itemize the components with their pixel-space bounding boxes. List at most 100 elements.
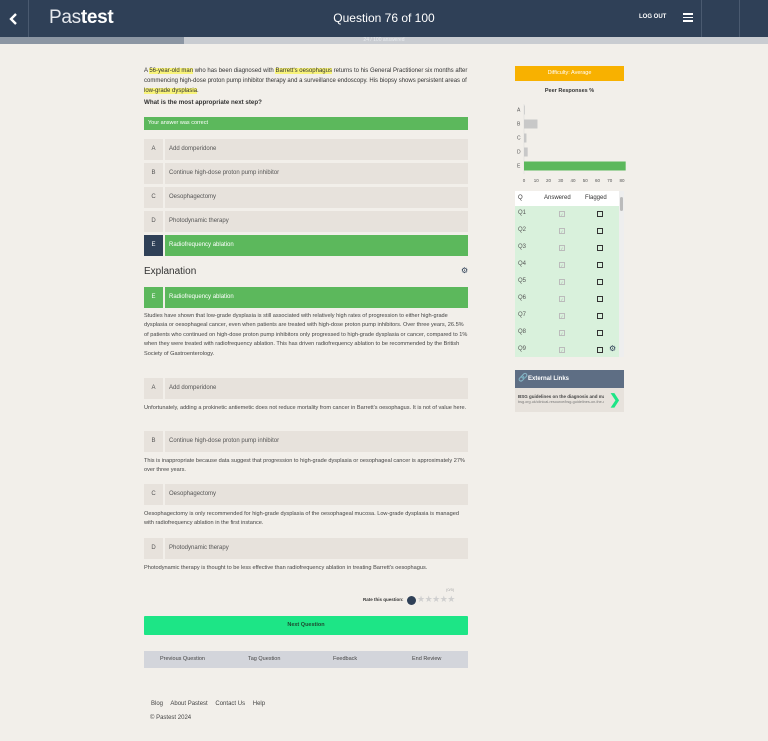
answered-checkbox: ✓ (559, 211, 565, 217)
explanation-title: Explanation (144, 266, 197, 277)
footer-links: Blog About Pastest Contact Us Help (151, 701, 271, 707)
flag-checkbox[interactable] (597, 211, 603, 217)
option-text: Photodynamic therapy (169, 218, 229, 224)
option-a[interactable]: A Add domperidone (144, 139, 468, 160)
option-letter: B (144, 431, 163, 452)
chart-category-label: B (517, 122, 521, 128)
answered-checkbox: ✓ (559, 347, 565, 353)
previous-question-button[interactable]: Previous Question (160, 651, 205, 668)
navigator-header: Q Answered Flagged (515, 191, 619, 206)
option-text: Oesophagectomy (169, 194, 217, 200)
flag-checkbox[interactable] (597, 262, 603, 268)
option-letter: D (144, 538, 163, 559)
divider (701, 0, 702, 37)
flag-checkbox[interactable] (597, 245, 603, 251)
option-d[interactable]: D Photodynamic therapy (144, 211, 468, 232)
option-letter: B (144, 163, 163, 184)
option-letter: C (144, 484, 163, 505)
option-text: Continue high-dose proton pump inhibitor (169, 438, 280, 444)
footer-link-blog[interactable]: Blog (151, 701, 163, 707)
chart-category-label: A (517, 108, 521, 114)
footer-link-help[interactable]: Help (253, 701, 265, 707)
navigator-row[interactable]: Q2 ✓ (515, 223, 619, 240)
navigator-question-number[interactable]: Q5 (518, 278, 526, 284)
chart-bar-b (524, 119, 538, 129)
navigator-question-number[interactable]: Q7 (518, 312, 526, 318)
answered-checkbox: ✓ (559, 262, 565, 268)
flag-checkbox[interactable] (597, 228, 603, 234)
answered-checkbox: ✓ (559, 296, 565, 302)
footer-link-contact[interactable]: Contact Us (215, 701, 245, 707)
flag-checkbox[interactable] (597, 313, 603, 319)
logout-button[interactable]: LOG OUT (639, 14, 666, 20)
chart-category-label: D (517, 150, 521, 156)
option-b[interactable]: B Continue high-dose proton pump inhibit… (144, 163, 468, 184)
explanation-paragraph: Studies have shown that low-grade dyspla… (144, 313, 468, 357)
rating-label: Rate this question: (363, 597, 404, 602)
scrollbar-thumb[interactable] (620, 197, 623, 211)
navigator-row[interactable]: Q6 ✓ (515, 291, 619, 308)
hamburger-icon[interactable] (683, 13, 693, 22)
difficulty-badge: Difficulty: Average (515, 66, 624, 81)
gear-icon[interactable]: ⚙ (609, 344, 616, 353)
option-text: Add domperidone (169, 385, 217, 391)
navigator-question-number[interactable]: Q3 (518, 244, 526, 250)
rating-reset-icon[interactable] (407, 596, 416, 605)
flag-checkbox[interactable] (597, 296, 603, 302)
chart-tick-label: 80 (619, 178, 625, 183)
result-banner: Your answer was correct (144, 117, 468, 130)
chevron-right-icon[interactable]: ❯ (609, 391, 621, 408)
feedback-button[interactable]: Feedback (333, 651, 357, 668)
end-review-button[interactable]: End Review (412, 651, 441, 668)
external-links-header: External Links (515, 370, 624, 388)
chart-tick-label: 30 (558, 178, 564, 183)
navigator-question-number[interactable]: Q9 (518, 346, 526, 352)
footer-link-about[interactable]: About Pastest (170, 701, 207, 707)
chart-category-label: E (517, 164, 521, 170)
explanation-option-a: A Add domperidone (144, 378, 468, 399)
flag-checkbox[interactable] (597, 347, 603, 353)
option-letter: D (144, 211, 163, 232)
tag-question-button[interactable]: Tag Question (248, 651, 280, 668)
top-bar: Pastest Question 76 of 100 LOG OUT (0, 0, 768, 37)
progress-label: 24 / 100 answered (363, 37, 405, 43)
navigator-row[interactable]: Q8 ✓ (515, 325, 619, 342)
header-q: Q (518, 195, 523, 201)
navigator-row[interactable]: Q9 ✓ (515, 342, 619, 357)
navigator-row[interactable]: Q5 ✓ (515, 274, 619, 291)
navigator-question-number[interactable]: Q6 (518, 295, 526, 301)
explanation-paragraph: Unfortunately, adding a prokinetic antie… (144, 405, 467, 411)
question-navigator: Q Answered Flagged Q1 ✓ Q2 ✓ Q3 ✓ Q4 ✓ Q5 ✓ Q6 ✓ Q7 ✓… (515, 191, 624, 357)
explanation-option-c: C Oesophagectomy (144, 484, 468, 505)
navigator-row[interactable]: Q7 ✓ (515, 308, 619, 325)
explanation-paragraph: Photodynamic therapy is thought to be le… (144, 565, 428, 571)
bottom-nav: Previous Question Tag Question Feedback … (144, 651, 468, 668)
option-c[interactable]: C Oesophagectomy (144, 187, 468, 208)
flag-checkbox[interactable] (597, 279, 603, 285)
chart-tick-label: 20 (546, 178, 552, 183)
option-text: Radiofrequency ablation (169, 242, 234, 248)
navigator-question-number[interactable]: Q1 (518, 210, 526, 216)
rating-stars[interactable]: ★★★★★ (417, 594, 455, 605)
option-e-selected[interactable]: E Radiofrequency ablation (144, 235, 468, 256)
external-link-title[interactable]: BSG guidelines on the diagnosis and mana… (518, 394, 604, 399)
flag-checkbox[interactable] (597, 330, 603, 336)
navigator-row[interactable]: Q4 ✓ (515, 257, 619, 274)
option-text: Add domperidone (169, 146, 217, 152)
explanation-option-d: D Photodynamic therapy (144, 538, 468, 559)
link-icon: 🔗 (518, 373, 528, 382)
chart-bar-c (524, 133, 527, 143)
peer-responses-title: Peer Responses % (544, 88, 595, 94)
next-question-button[interactable]: Next Question (144, 616, 468, 635)
navigator-row[interactable]: Q1 ✓ (515, 206, 619, 223)
navigator-row[interactable]: Q3 ✓ (515, 240, 619, 257)
navigator-question-number[interactable]: Q4 (518, 261, 526, 267)
option-text: Continue high-dose proton pump inhibitor (169, 170, 280, 176)
navigator-question-number[interactable]: Q2 (518, 227, 526, 233)
navigator-scrollbar[interactable] (619, 191, 624, 357)
navigator-question-number[interactable]: Q8 (518, 329, 526, 335)
gear-icon[interactable]: ⚙ (461, 266, 468, 275)
chart-bar-d (524, 147, 528, 157)
explanation-paragraph: This is inappropriate because data sugge… (144, 458, 465, 474)
external-link-card[interactable]: BSG guidelines on the diagnosis and mana… (515, 388, 624, 412)
